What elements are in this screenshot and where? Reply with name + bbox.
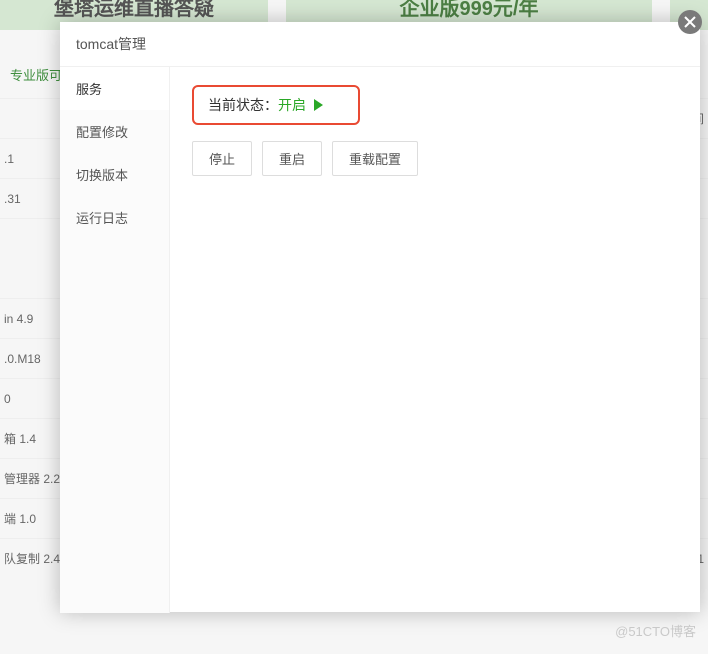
sidebar-item-version[interactable]: 切换版本 bbox=[60, 153, 169, 196]
modal-title: tomcat管理 bbox=[60, 22, 700, 67]
modal-sidebar: 服务 配置修改 切换版本 运行日志 bbox=[60, 67, 170, 613]
watermark: @51CTO博客 bbox=[615, 621, 696, 640]
stop-button[interactable]: 停止 bbox=[192, 141, 252, 176]
status-box: 当前状态：开启 bbox=[192, 85, 360, 125]
status-prefix: 当前状态： bbox=[208, 97, 278, 113]
close-icon bbox=[684, 16, 696, 28]
sidebar-item-service[interactable]: 服务 bbox=[60, 67, 169, 110]
status-value: 开启 bbox=[278, 97, 306, 113]
button-row: 停止 重启 重载配置 bbox=[192, 141, 678, 176]
close-button[interactable] bbox=[678, 10, 702, 34]
reload-button[interactable]: 重载配置 bbox=[332, 141, 418, 176]
sidebar-item-logs[interactable]: 运行日志 bbox=[60, 196, 169, 239]
sidebar-item-config[interactable]: 配置修改 bbox=[60, 110, 169, 153]
restart-button[interactable]: 重启 bbox=[262, 141, 322, 176]
modal-panel: 当前状态：开启 停止 重启 重载配置 bbox=[170, 67, 700, 613]
background-subhead: 专业版可 bbox=[10, 65, 62, 84]
play-icon bbox=[314, 99, 323, 111]
tomcat-modal: tomcat管理 服务 配置修改 切换版本 运行日志 当前状态：开启 停止 重启… bbox=[60, 22, 700, 612]
